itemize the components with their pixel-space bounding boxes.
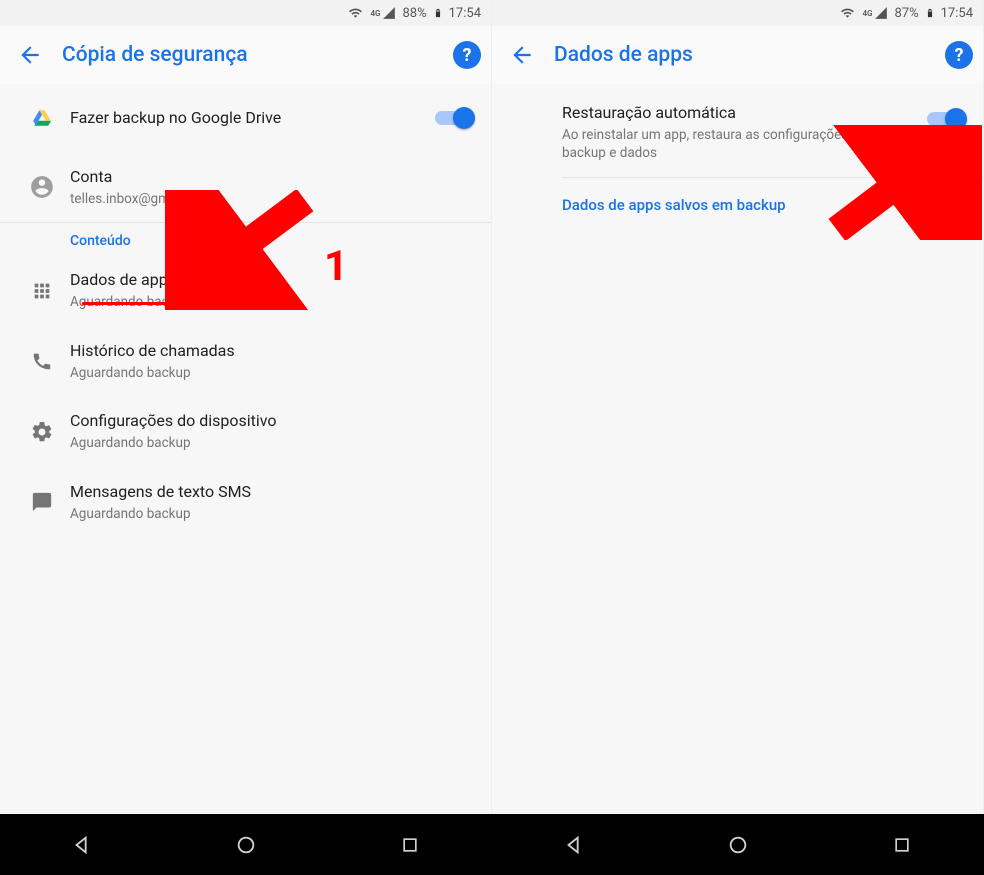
battery-level: 87% <box>894 6 918 21</box>
settings-list: Restauração automática Ao reinstalar um … <box>492 84 983 232</box>
back-button[interactable] <box>502 35 542 75</box>
gear-icon <box>14 420 70 444</box>
settings-list: Fazer backup no Google Drive Conta telle… <box>0 84 491 537</box>
row-account[interactable]: Conta telles.inbox@gmail.com <box>0 152 491 222</box>
battery-icon <box>433 5 443 21</box>
drive-icon <box>14 107 70 129</box>
status-bar: 4G 88% 17:54 <box>0 0 491 26</box>
page-title: Dados de apps <box>542 43 945 67</box>
back-button[interactable] <box>10 35 50 75</box>
status-bar: 4G 87% 17:54 <box>492 0 983 26</box>
row-title: Configurações do dispositivo <box>70 410 473 432</box>
annotation-underline <box>82 302 200 305</box>
wifi-icon <box>839 6 856 20</box>
account-icon <box>14 174 70 200</box>
row-title: Fazer backup no Google Drive <box>70 107 425 129</box>
row-title: Mensagens de texto SMS <box>70 481 473 503</box>
cell-signal-icon: 4G <box>862 6 888 20</box>
apps-icon <box>14 280 70 302</box>
nav-recents-button[interactable] <box>370 835 450 855</box>
screen-app-data: 4G 87% 17:54 Dados de apps ? Restauração… <box>492 0 984 814</box>
row-subtitle: Aguardando backup <box>70 505 473 524</box>
toggle-backup-drive[interactable] <box>433 107 473 129</box>
row-subtitle: Aguardando backup <box>70 364 473 383</box>
annotation-number: 2 <box>932 200 956 249</box>
row-sms[interactable]: Mensagens de texto SMS Aguardando backup <box>0 467 491 537</box>
row-device-settings[interactable]: Configurações do dispositivo Aguardando … <box>0 396 491 466</box>
nav-back-button[interactable] <box>534 834 614 856</box>
app-bar: Cópia de segurança ? <box>0 26 491 84</box>
help-button[interactable]: ? <box>453 41 481 69</box>
row-subtitle: Aguardando backup <box>70 434 473 453</box>
row-app-data[interactable]: Dados de apps Aguardando backup <box>0 255 491 325</box>
battery-icon <box>925 5 935 21</box>
screen-backup: 4G 88% 17:54 Cópia de segurança ? Fa <box>0 0 492 814</box>
nav-home-button[interactable] <box>698 834 778 856</box>
section-header: Conteúdo <box>0 223 491 255</box>
phone-icon <box>14 350 70 372</box>
row-title: Histórico de chamadas <box>70 340 473 362</box>
link-saved-app-data[interactable]: Dados de apps salvos em backup <box>492 178 983 232</box>
row-auto-restore[interactable]: Restauração automática Ao reinstalar um … <box>492 84 983 177</box>
app-bar: Dados de apps ? <box>492 26 983 84</box>
message-icon <box>14 491 70 513</box>
cell-signal-icon: 4G <box>370 6 396 20</box>
row-subtitle: Ao reinstalar um app, restaura as config… <box>562 126 882 164</box>
battery-level: 88% <box>402 6 426 21</box>
row-backup-drive[interactable]: Fazer backup no Google Drive <box>0 84 491 152</box>
clock: 17:54 <box>941 6 973 21</box>
help-button[interactable]: ? <box>945 41 973 69</box>
wifi-icon <box>347 6 364 20</box>
toggle-auto-restore[interactable] <box>925 108 965 130</box>
annotation-number: 1 <box>324 242 348 291</box>
android-nav-bar <box>0 814 492 875</box>
nav-back-button[interactable] <box>42 834 122 856</box>
row-call-history[interactable]: Histórico de chamadas Aguardando backup <box>0 326 491 396</box>
clock: 17:54 <box>449 6 481 21</box>
nav-recents-button[interactable] <box>862 835 942 855</box>
row-title: Dados de apps <box>70 269 473 291</box>
page-title: Cópia de segurança <box>50 43 453 67</box>
nav-home-button[interactable] <box>206 834 286 856</box>
nav-bars <box>0 814 984 875</box>
row-subtitle: telles.inbox@gmail.com <box>70 190 473 209</box>
row-title: Conta <box>70 166 473 188</box>
android-nav-bar <box>492 814 984 875</box>
row-title: Restauração automática <box>562 102 917 124</box>
